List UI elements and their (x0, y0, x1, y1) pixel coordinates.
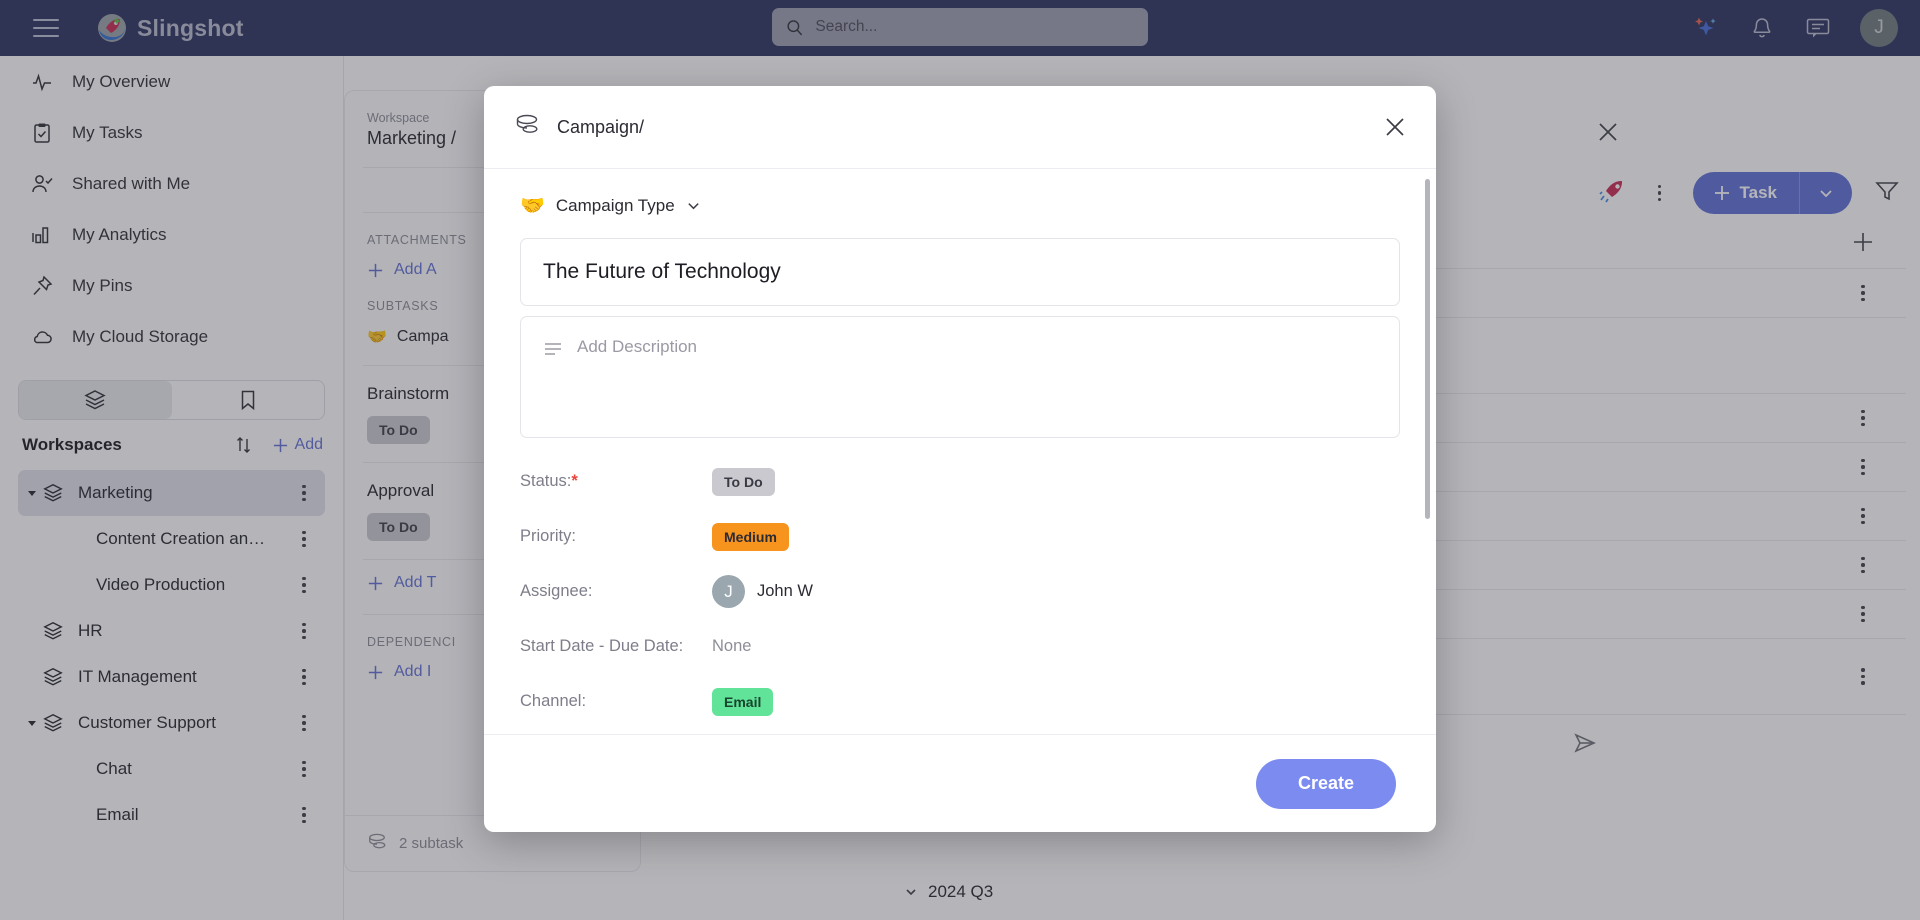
close-x-icon (1386, 118, 1404, 136)
field-value[interactable]: Medium (712, 522, 789, 551)
chevron-down-icon (687, 203, 699, 210)
status-badge[interactable]: To Do (712, 467, 775, 496)
field-row: Channel: Email (520, 674, 1400, 729)
task-title-input[interactable]: The Future of Technology (520, 238, 1400, 306)
campaign-type-selector[interactable]: 🤝 Campaign Type (520, 193, 1400, 218)
app-root: Slingshot Search... J My Overview My Tas… (0, 0, 1920, 920)
close-modal-button[interactable] (1380, 112, 1410, 142)
create-task-modal: Campaign/ 🤝 Campaign Type The Future of … (484, 86, 1436, 832)
field-label-text: Channel: (520, 692, 587, 710)
field-label-text: Assignee: (520, 582, 593, 600)
field-label: Priority: (520, 527, 712, 546)
subtask-stack-icon (514, 112, 540, 143)
modal-scroll-area: 🤝 Campaign Type The Future of Technology (484, 169, 1436, 734)
modal-header: Campaign/ (484, 86, 1436, 168)
field-label: Status:* (520, 472, 712, 491)
assignee-avatar: J (712, 575, 745, 608)
field-label: Start Date - Due Date: (520, 637, 712, 656)
field-row: Assignee: J John W (520, 564, 1400, 619)
field-value[interactable]: None (712, 637, 751, 656)
modal-scrollbar[interactable] (1425, 179, 1430, 519)
field-label: Channel: (520, 692, 712, 711)
field-label-text: Priority: (520, 527, 576, 545)
field-label-text: Status: (520, 472, 572, 490)
field-row: Start Date - Due Date: None (520, 619, 1400, 674)
create-button[interactable]: Create (1255, 758, 1396, 809)
field-label-text: Start Date - Due Date: (520, 637, 684, 655)
modal-title: Campaign/ (557, 116, 645, 137)
modal-body: 🤝 Campaign Type The Future of Technology (484, 168, 1436, 734)
field-value[interactable]: Email (712, 687, 774, 716)
campaign-type-label: Campaign Type (555, 195, 675, 215)
handshake-emoji-icon: 🤝 (520, 195, 545, 217)
assignee-name: John W (757, 582, 813, 600)
field-row: Priority: Medium (520, 509, 1400, 564)
priority-badge[interactable]: Medium (712, 522, 789, 551)
field-value[interactable]: To Do (712, 467, 775, 496)
field-empty-value: None (712, 637, 752, 655)
modal-footer: Create (484, 734, 1436, 832)
channel-badge[interactable]: Email (712, 687, 774, 716)
text-lines-icon (543, 339, 563, 364)
field-label: Assignee: (520, 582, 712, 601)
task-description-input[interactable]: Add Description (520, 316, 1400, 438)
modal-title-group: Campaign/ (514, 112, 1380, 143)
task-title-value: The Future of Technology (543, 260, 781, 283)
field-value[interactable]: J John W (712, 575, 813, 608)
task-description-placeholder: Add Description (577, 337, 698, 356)
field-row: Status:* To Do (520, 454, 1400, 509)
task-fields: Status:* To Do Priority: Medium Assignee: J Jo… (520, 454, 1400, 729)
required-marker: * (571, 472, 578, 490)
